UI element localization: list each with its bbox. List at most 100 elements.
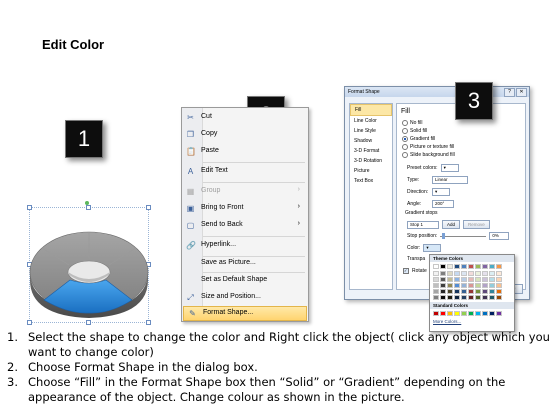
color-swatch[interactable] [433, 311, 439, 316]
radio-button[interactable] [402, 128, 408, 134]
color-swatch[interactable] [475, 271, 481, 276]
close-icon[interactable]: ✕ [516, 88, 527, 97]
color-swatch[interactable] [447, 311, 453, 316]
color-swatch[interactable] [468, 289, 474, 294]
color-swatch[interactable] [433, 289, 439, 294]
color-swatch[interactable] [461, 271, 467, 276]
resize-handle[interactable] [27, 320, 32, 325]
color-swatch[interactable] [454, 271, 460, 276]
color-swatch[interactable] [433, 271, 439, 276]
radio-button[interactable] [402, 144, 408, 150]
radio-no-fill[interactable]: No fill [402, 120, 423, 126]
preset-colors-dropdown[interactable]: ▾ [440, 164, 459, 172]
type-dropdown[interactable]: Linear [432, 176, 468, 184]
stop-position-slider[interactable] [440, 232, 487, 239]
color-swatch[interactable] [447, 295, 453, 300]
sidebar-item-shadow[interactable]: Shadow [350, 136, 392, 146]
sidebar-item-text-box[interactable]: Text Box [350, 176, 392, 186]
color-swatch[interactable] [433, 295, 439, 300]
rotate-checkbox[interactable]: ✓ [403, 268, 409, 274]
sidebar-item-picture[interactable]: Picture [350, 166, 392, 176]
resize-handle[interactable] [146, 205, 151, 210]
color-swatch[interactable] [482, 283, 488, 288]
color-swatch[interactable] [454, 283, 460, 288]
color-swatch[interactable] [468, 311, 474, 316]
color-swatch[interactable] [475, 277, 481, 282]
sidebar-item-3d-rotation[interactable]: 3-D Rotation [350, 156, 392, 166]
color-swatch[interactable] [454, 295, 460, 300]
color-swatch[interactable] [489, 271, 495, 276]
color-swatch[interactable] [496, 283, 502, 288]
color-swatch[interactable] [433, 283, 439, 288]
color-swatch[interactable] [454, 289, 460, 294]
color-swatch[interactable] [440, 264, 446, 269]
color-swatch[interactable] [496, 277, 502, 282]
menu-item-set-default-shape[interactable]: Set as Default Shape [182, 274, 308, 287]
color-swatch[interactable] [482, 289, 488, 294]
color-swatch[interactable] [440, 271, 446, 276]
color-swatch[interactable] [447, 277, 453, 282]
color-swatch[interactable] [482, 277, 488, 282]
menu-item-save-as-picture[interactable]: Save as Picture... [182, 257, 308, 270]
color-swatch[interactable] [489, 283, 495, 288]
color-swatch[interactable] [440, 311, 446, 316]
radio-button[interactable] [402, 120, 408, 126]
menu-item-send-to-back[interactable]: ▢ Send to Back › [182, 219, 308, 232]
color-swatch[interactable] [461, 311, 467, 316]
resize-handle[interactable] [86, 205, 91, 210]
color-swatch[interactable] [440, 289, 446, 294]
add-stop-button[interactable]: Add [442, 220, 461, 229]
color-picker-button[interactable]: ▾ [423, 244, 442, 252]
color-swatch[interactable] [475, 289, 481, 294]
color-swatch[interactable] [496, 295, 502, 300]
resize-handle[interactable] [86, 320, 91, 325]
sidebar-item-fill[interactable]: Fill [350, 104, 392, 116]
color-swatch[interactable] [489, 311, 495, 316]
stop-position-input[interactable]: 0% [489, 232, 510, 240]
color-swatch[interactable] [447, 271, 453, 276]
menu-item-bring-to-front[interactable]: ▣ Bring to Front › [182, 202, 308, 215]
color-swatch[interactable] [454, 311, 460, 316]
color-swatch[interactable] [475, 283, 481, 288]
color-swatch[interactable] [461, 277, 467, 282]
color-swatch[interactable] [482, 311, 488, 316]
color-swatch[interactable] [454, 264, 460, 269]
color-swatch[interactable] [489, 289, 495, 294]
menu-item-size-position[interactable]: ⤢ Size and Position... [182, 291, 308, 304]
color-swatch[interactable] [440, 295, 446, 300]
color-swatch[interactable] [475, 264, 481, 269]
color-swatch[interactable] [461, 264, 467, 269]
color-swatch[interactable] [440, 277, 446, 282]
resize-handle[interactable] [146, 320, 151, 325]
sidebar-item-line-style[interactable]: Line Style [350, 126, 392, 136]
color-swatch[interactable] [482, 264, 488, 269]
color-swatch[interactable] [496, 271, 502, 276]
sidebar-item-3d-format[interactable]: 3-D Format [350, 146, 392, 156]
color-swatch[interactable] [468, 295, 474, 300]
radio-solid-fill[interactable]: Solid fill [402, 128, 427, 134]
menu-item-paste[interactable]: 📋 Paste [182, 145, 308, 158]
color-swatch[interactable] [461, 289, 467, 294]
color-swatch[interactable] [489, 264, 495, 269]
radio-picture-fill[interactable]: Picture or texture fill [402, 144, 454, 150]
color-swatch[interactable] [447, 264, 453, 269]
radio-gradient-fill[interactable]: Gradient fill [402, 136, 435, 142]
more-colors-link[interactable]: More Colors... [430, 318, 514, 325]
menu-item-cut[interactable]: ✂ Cut [182, 111, 308, 124]
sidebar-item-line-color[interactable]: Line Color [350, 116, 392, 126]
color-swatch[interactable] [461, 295, 467, 300]
color-swatch[interactable] [440, 283, 446, 288]
color-swatch[interactable] [496, 289, 502, 294]
resize-handle[interactable] [27, 205, 32, 210]
menu-item-edit-text[interactable]: A Edit Text [182, 165, 308, 178]
menu-item-format-shape[interactable]: ✎ Format Shape... [183, 306, 307, 321]
menu-item-copy[interactable]: ❐ Copy [182, 128, 308, 141]
color-swatch[interactable] [433, 277, 439, 282]
angle-input[interactable]: 200° [432, 200, 454, 208]
color-swatch[interactable] [482, 295, 488, 300]
color-swatch[interactable] [475, 295, 481, 300]
color-swatch[interactable] [468, 264, 474, 269]
color-swatch[interactable] [447, 289, 453, 294]
color-swatch[interactable] [496, 311, 502, 316]
color-swatch[interactable] [454, 277, 460, 282]
